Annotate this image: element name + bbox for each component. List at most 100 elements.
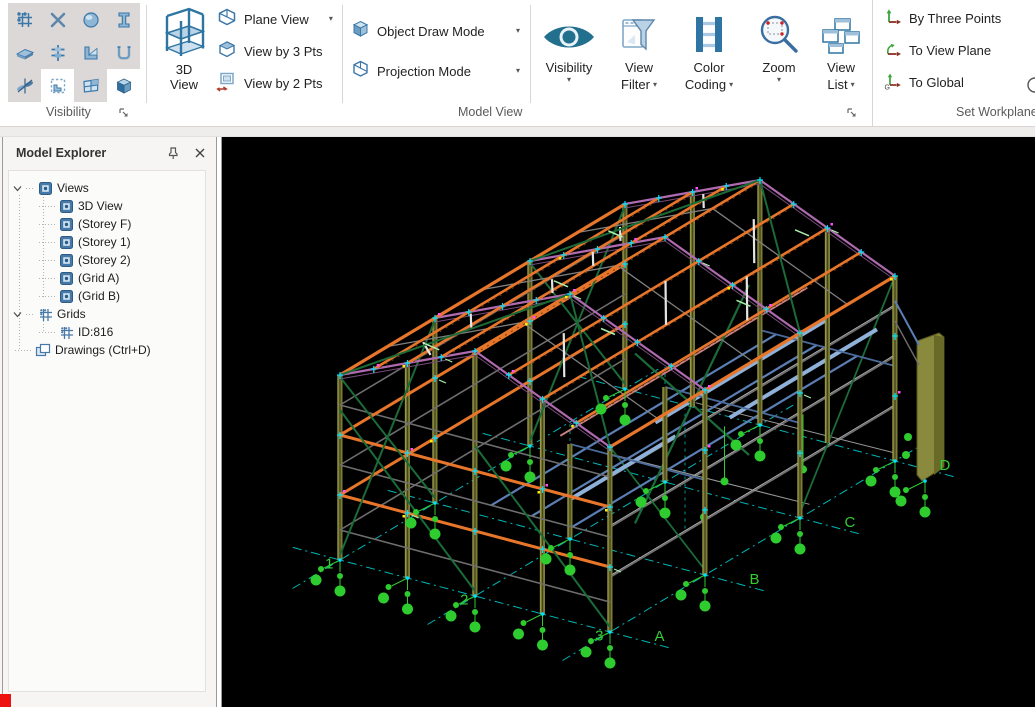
panel-left-border	[2, 137, 3, 707]
svg-text:D: D	[940, 457, 951, 474]
by-three-points-icon	[884, 8, 902, 29]
to-view-plane-button[interactable]: To View Plane	[884, 38, 991, 62]
channel-section-icon[interactable]	[107, 36, 140, 69]
to-global-icon: G	[884, 72, 902, 93]
view-by-3-pts-button[interactable]: View by 3 Pts	[216, 38, 323, 64]
ribbon: Visibility 3D View Plane View ▾	[0, 0, 1035, 126]
visibility-dialog-launcher-icon[interactable]	[118, 106, 130, 118]
color-coding-label-line2: Coding	[685, 76, 726, 93]
view-by-2-pts-button[interactable]: View by 2 Pts	[214, 70, 323, 96]
tree-item-grid-icon	[59, 325, 74, 340]
sphere-icon[interactable]	[74, 3, 107, 36]
tree-item-grid-b[interactable]: (Grid B)	[9, 287, 205, 305]
object-draw-mode-button[interactable]: Object Draw Mode ▾	[350, 18, 528, 44]
tree-item-label: (Storey 1)	[78, 235, 131, 249]
by-three-points-button[interactable]: By Three Points	[884, 6, 1001, 30]
visibility-tool-button[interactable]: Visibility ▾	[534, 3, 604, 103]
projection-mode-button[interactable]: Projection Mode ▾	[350, 58, 528, 84]
delete-cross-icon[interactable]	[41, 3, 74, 36]
tree-item-storey-1[interactable]: (Storey 1)	[9, 233, 205, 251]
3d-view-button[interactable]: 3D View	[152, 2, 216, 102]
3d-view-label-line1: 3D	[176, 62, 193, 77]
model-view-group-label: Model View	[458, 105, 522, 119]
view-list-icon	[821, 3, 861, 55]
model-explorer-tree: Views 3D View (Storey F) (Storey 1) (Storey …	[8, 170, 206, 692]
zoom-icon	[758, 3, 800, 55]
tree-item-drawings-icon	[35, 343, 51, 358]
model-explorer-panel: Model Explorer Views3D View(Storey F)(St…	[0, 137, 216, 707]
object-draw-mode-dropdown-arrow: ▾	[516, 27, 520, 35]
expander-chevron-icon[interactable]	[13, 181, 22, 195]
svg-text:A: A	[655, 628, 665, 645]
view-filter-dropdown-arrow: ▾	[653, 81, 657, 89]
ribbon-bottom-band	[0, 126, 1035, 137]
to-view-plane-icon	[884, 40, 902, 61]
clipped-ribbon-icon	[1026, 76, 1035, 94]
to-global-button[interactable]: G To Global	[884, 70, 964, 94]
view-list-label-line1: View	[827, 59, 855, 76]
tree-item-drawings-ctrl-d[interactable]: Drawings (Ctrl+D)	[9, 341, 205, 359]
tree-item-views[interactable]: Views	[9, 179, 205, 197]
structural-model-canvas: 123ABCD	[222, 137, 1035, 707]
group-separator	[530, 5, 531, 103]
panel-splitter[interactable]	[216, 137, 217, 707]
tree-item-view-icon	[59, 289, 74, 304]
view-list-button[interactable]: View List ▾	[812, 3, 870, 103]
model-viewport[interactable]: 123ABCD	[222, 137, 1035, 707]
view-by-2-pts-label: View by 2 Pts	[244, 76, 323, 91]
eye-icon	[540, 3, 598, 55]
to-global-label: To Global	[909, 75, 964, 90]
svg-text:2: 2	[460, 592, 468, 609]
color-coding-icon	[692, 3, 726, 55]
angle-section-icon[interactable]	[74, 36, 107, 69]
application-window: Visibility 3D View Plane View ▾	[0, 0, 1035, 707]
view-list-dropdown-arrow: ▾	[851, 81, 855, 89]
color-coding-label-line1: Color	[693, 59, 724, 76]
object-draw-mode-icon	[350, 19, 371, 43]
tree-item-view-icon	[59, 217, 74, 232]
plane-view-button[interactable]: Plane View ▾	[216, 6, 338, 32]
3d-view-label-line2: View	[170, 77, 198, 92]
panels-icon[interactable]	[74, 69, 107, 102]
pin-icon[interactable]	[164, 144, 182, 162]
brace-icon[interactable]	[8, 69, 41, 102]
expander-chevron-icon[interactable]	[13, 307, 22, 321]
tree-item-label: ID:816	[78, 325, 113, 339]
object-draw-mode-label: Object Draw Mode	[377, 24, 485, 39]
slab-icon[interactable]	[8, 36, 41, 69]
i-beam-icon[interactable]	[107, 3, 140, 36]
tree-item-label: (Storey 2)	[78, 253, 131, 267]
solid-cube-icon[interactable]	[107, 69, 140, 102]
tree-item-3d-view[interactable]: 3D View	[9, 197, 205, 215]
view-by-2-pts-icon	[214, 70, 238, 97]
tree-item-grid-a[interactable]: (Grid A)	[9, 269, 205, 287]
tree-item-label: Drawings (Ctrl+D)	[55, 343, 151, 357]
tree-item-storey-f[interactable]: (Storey F)	[9, 215, 205, 233]
svg-text:3: 3	[595, 628, 603, 645]
plane-view-dropdown-arrow: ▾	[329, 15, 333, 23]
tree-item-view-icon	[59, 235, 74, 250]
tree-item-id-816[interactable]: ID:816	[9, 323, 205, 341]
svg-text:G: G	[885, 84, 890, 90]
tree-item-label: Views	[57, 181, 89, 195]
zoom-dropdown-arrow: ▾	[777, 76, 781, 84]
svg-text:1: 1	[325, 556, 333, 573]
visibility-tool-dropdown-arrow: ▾	[567, 76, 571, 84]
zoom-button[interactable]: Zoom ▾	[748, 3, 810, 103]
zoom-label: Zoom	[762, 59, 795, 76]
color-coding-button[interactable]: Color Coding▾	[674, 3, 744, 103]
group-separator	[872, 0, 873, 126]
view-filter-button[interactable]: View Filter▾	[608, 3, 670, 103]
view-list-label-line2: List	[827, 76, 847, 93]
set-workplane-group-label: Set Workplane	[956, 105, 1035, 119]
model-view-dialog-launcher-icon[interactable]	[846, 106, 858, 118]
tree-item-grids[interactable]: Grids	[9, 305, 205, 323]
selection-marquee-icon[interactable]	[41, 69, 74, 102]
connection-icon[interactable]	[41, 36, 74, 69]
tree-item-label: 3D View	[78, 199, 122, 213]
grid-nodes-icon[interactable]	[8, 3, 41, 36]
tree-item-label: (Grid B)	[78, 289, 120, 303]
close-icon[interactable]	[191, 144, 209, 162]
svg-text:B: B	[750, 571, 760, 588]
tree-item-storey-2[interactable]: (Storey 2)	[9, 251, 205, 269]
